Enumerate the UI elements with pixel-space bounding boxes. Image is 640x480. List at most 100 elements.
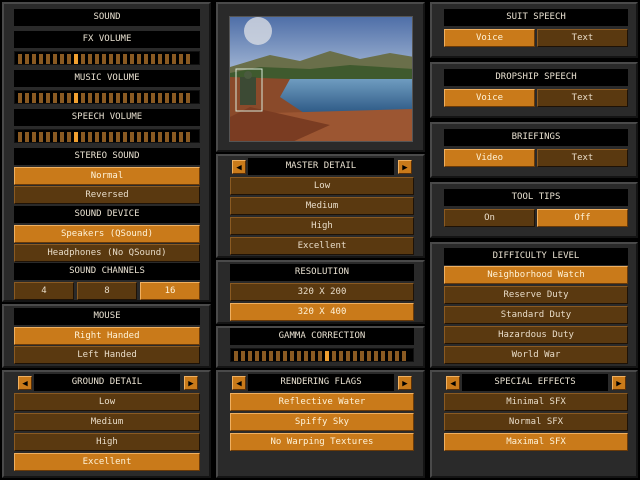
difficulty-hazardous-duty-option[interactable]: Hazardous Duty xyxy=(444,326,628,344)
ground-detail-high-option[interactable]: High xyxy=(14,433,200,451)
difficulty-world-war-option[interactable]: World War xyxy=(444,346,628,364)
slider-segment xyxy=(102,54,106,64)
dropship-speech-title: DROPSHIP SPEECH xyxy=(444,69,628,86)
slider-segment xyxy=(165,54,169,64)
reflective-water-option[interactable]: Reflective Water xyxy=(230,393,414,411)
mouse-left-handed-option[interactable]: Left Handed xyxy=(14,346,200,364)
difficulty-reserve-duty-option[interactable]: Reserve Duty xyxy=(444,286,628,304)
device-speakers-option[interactable]: Speakers (QSound) xyxy=(14,225,200,243)
slider-segment xyxy=(186,93,190,103)
slider-segment xyxy=(60,54,64,64)
resolution-320x400-option[interactable]: 320 X 400 xyxy=(230,303,414,321)
slider-segment xyxy=(46,93,50,103)
channels-16-option[interactable]: 16 xyxy=(140,282,200,300)
master-detail-right-arrow-icon[interactable]: ▶ xyxy=(398,160,412,174)
channels-8-option[interactable]: 8 xyxy=(77,282,137,300)
stereo-sound-label: STEREO SOUND xyxy=(14,148,200,165)
slider-segment xyxy=(46,132,50,142)
rendering-flags-left-arrow-icon[interactable]: ◀ xyxy=(232,376,246,390)
slider-segment xyxy=(88,132,92,142)
slider-segment xyxy=(39,93,43,103)
master-detail-medium-option[interactable]: Medium xyxy=(230,197,414,215)
slider-segment xyxy=(39,54,43,64)
slider-segment xyxy=(381,351,385,361)
no-warping-textures-option[interactable]: No Warping Textures xyxy=(230,433,414,451)
difficulty-panel: DIFFICULTY LEVEL Neighborhood Watch Rese… xyxy=(430,242,638,368)
slider-segment xyxy=(360,351,364,361)
ground-detail-panel: ◀ GROUND DETAIL ▶ Low Medium High Excell… xyxy=(2,370,211,478)
slider-segment xyxy=(179,54,183,64)
slider-segment xyxy=(137,93,141,103)
ground-detail-excellent-option[interactable]: Excellent xyxy=(14,453,200,471)
tool-tips-on-option[interactable]: On xyxy=(444,209,535,227)
slider-segment xyxy=(311,351,315,361)
difficulty-neighborhood-watch-option[interactable]: Neighborhood Watch xyxy=(444,266,628,284)
special-effects-left-arrow-icon[interactable]: ◀ xyxy=(446,376,460,390)
slider-segment xyxy=(151,93,155,103)
slider-segment xyxy=(53,93,57,103)
speech-volume-slider[interactable] xyxy=(14,129,200,143)
slider-segment xyxy=(25,132,29,142)
slider-segment xyxy=(102,93,106,103)
slider-segment xyxy=(172,132,176,142)
ground-detail-low-option[interactable]: Low xyxy=(14,393,200,411)
briefings-video-option[interactable]: Video xyxy=(444,149,535,167)
slider-segment xyxy=(172,93,176,103)
slider-segment xyxy=(25,93,29,103)
difficulty-standard-duty-option[interactable]: Standard Duty xyxy=(444,306,628,324)
slider-segment xyxy=(81,54,85,64)
maximal-sfx-option[interactable]: Maximal SFX xyxy=(444,433,628,451)
slider-segment xyxy=(32,93,36,103)
mouse-right-handed-option[interactable]: Right Handed xyxy=(14,327,200,345)
ground-detail-left-arrow-icon[interactable]: ◀ xyxy=(18,376,32,390)
slider-segment xyxy=(234,351,238,361)
slider-segment xyxy=(88,54,92,64)
music-volume-slider[interactable] xyxy=(14,90,200,104)
stereo-normal-option[interactable]: Normal xyxy=(14,167,200,185)
slider-segment xyxy=(137,54,141,64)
master-detail-excellent-option[interactable]: Excellent xyxy=(230,237,414,255)
ground-detail-title: GROUND DETAIL xyxy=(34,374,180,391)
dropship-speech-text-option[interactable]: Text xyxy=(537,89,628,107)
slider-segment xyxy=(144,93,148,103)
slider-segment xyxy=(318,351,322,361)
slider-segment xyxy=(248,351,252,361)
special-effects-right-arrow-icon[interactable]: ▶ xyxy=(612,376,626,390)
master-detail-low-option[interactable]: Low xyxy=(230,177,414,195)
resolution-320x200-option[interactable]: 320 X 200 xyxy=(230,283,414,301)
resolution-title: RESOLUTION xyxy=(230,264,414,281)
minimal-sfx-option[interactable]: Minimal SFX xyxy=(444,393,628,411)
slider-segment xyxy=(95,132,99,142)
channels-4-option[interactable]: 4 xyxy=(14,282,74,300)
gamma-slider[interactable] xyxy=(230,348,414,362)
slider-segment xyxy=(46,54,50,64)
tool-tips-off-option[interactable]: Off xyxy=(537,209,628,227)
slider-segment xyxy=(88,93,92,103)
slider-segment xyxy=(402,351,406,361)
master-detail-left-arrow-icon[interactable]: ◀ xyxy=(232,160,246,174)
slider-segment xyxy=(165,93,169,103)
briefings-text-option[interactable]: Text xyxy=(537,149,628,167)
briefings-panel: BRIEFINGS Video Text xyxy=(430,122,638,178)
suit-speech-text-option[interactable]: Text xyxy=(537,29,628,47)
slider-segment xyxy=(18,132,22,142)
resolution-panel: RESOLUTION 320 X 200 320 X 400 xyxy=(216,260,425,324)
dropship-speech-voice-option[interactable]: Voice xyxy=(444,89,535,107)
device-headphones-option[interactable]: Headphones (No QSound) xyxy=(14,244,200,262)
ground-detail-medium-option[interactable]: Medium xyxy=(14,413,200,431)
ground-detail-right-arrow-icon[interactable]: ▶ xyxy=(184,376,198,390)
fx-volume-slider[interactable] xyxy=(14,51,200,65)
spiffy-sky-option[interactable]: Spiffy Sky xyxy=(230,413,414,431)
stereo-reversed-option[interactable]: Reversed xyxy=(14,186,200,204)
rendering-flags-right-arrow-icon[interactable]: ▶ xyxy=(398,376,412,390)
master-detail-high-option[interactable]: High xyxy=(230,217,414,235)
master-detail-panel: ◀ MASTER DETAIL ▶ Low Medium High Excell… xyxy=(216,154,425,258)
slider-segment xyxy=(151,132,155,142)
slider-segment xyxy=(158,132,162,142)
briefings-title: BRIEFINGS xyxy=(444,129,628,146)
normal-sfx-option[interactable]: Normal SFX xyxy=(444,413,628,431)
slider-segment xyxy=(179,93,183,103)
slider-segment xyxy=(60,132,64,142)
suit-speech-voice-option[interactable]: Voice xyxy=(444,29,535,47)
tool-tips-title: TOOL TIPS xyxy=(444,189,628,206)
